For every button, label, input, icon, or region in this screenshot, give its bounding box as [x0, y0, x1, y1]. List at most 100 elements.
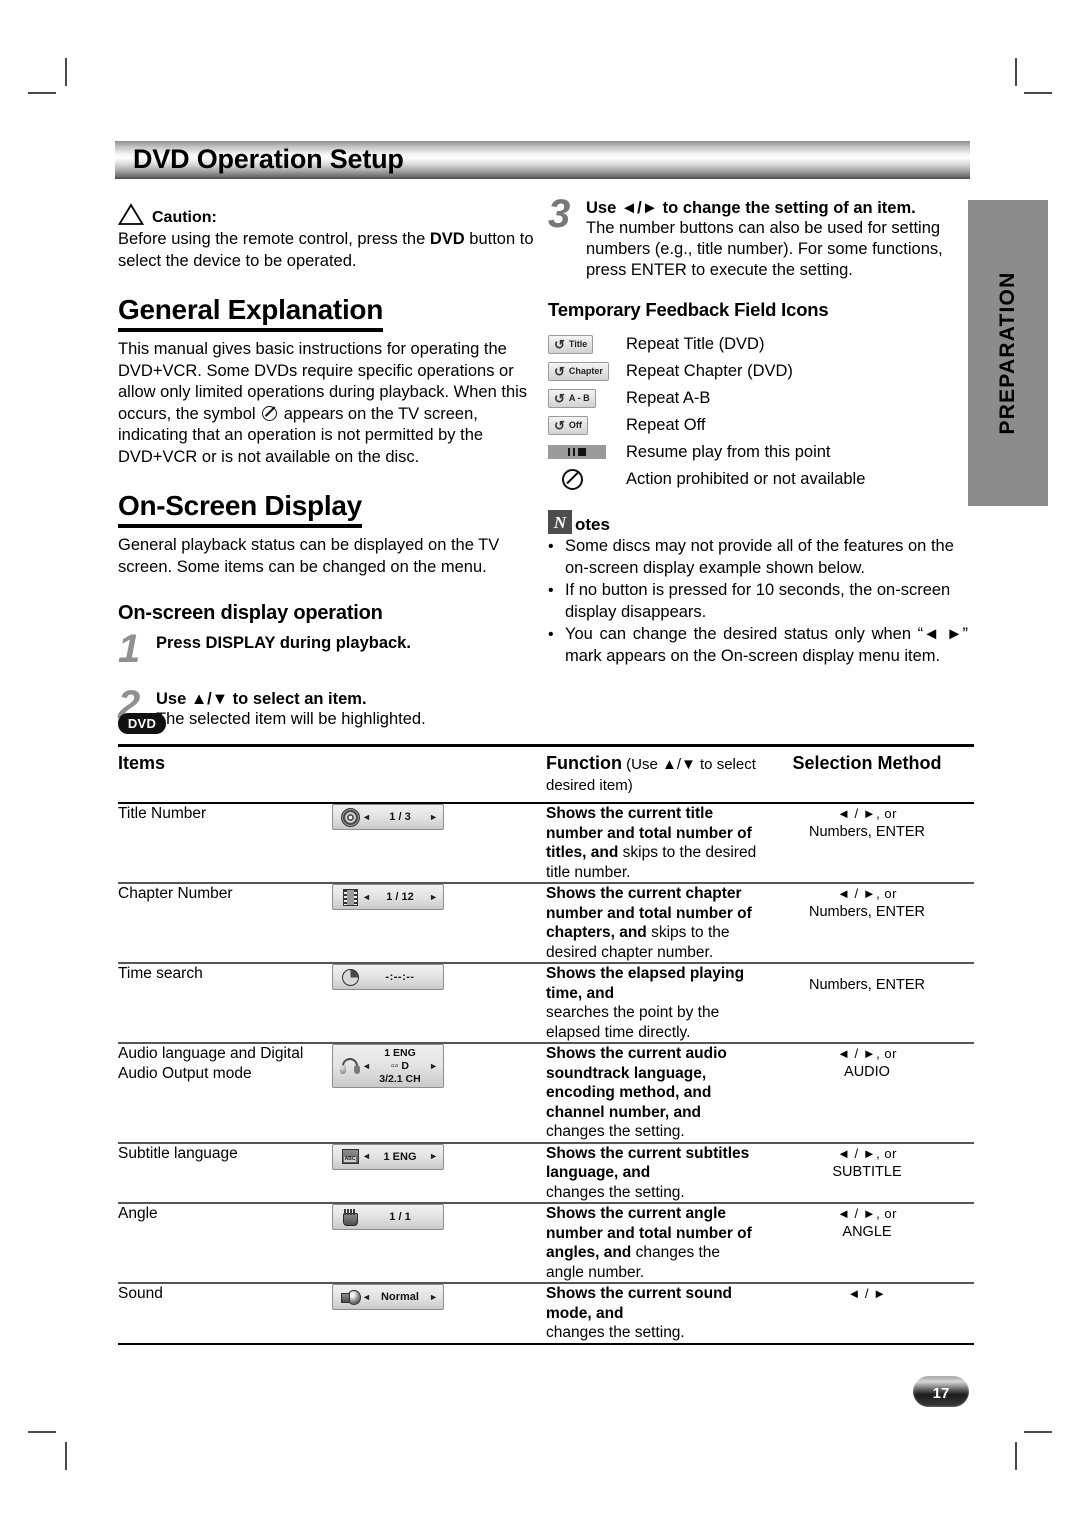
- tff-item-repeat-chapter: ↺ Chapter Repeat Chapter (DVD): [548, 358, 968, 384]
- general-explanation-heading: General Explanation: [118, 294, 383, 332]
- left-caret-icon: ◄: [362, 891, 371, 902]
- table-row: Title Number ◄ 1 / 3 ► Shows the current…: [118, 803, 974, 883]
- disc-icon: [338, 807, 362, 827]
- step-1-number: 1: [118, 627, 141, 671]
- left-caret-icon: ◄: [362, 811, 371, 822]
- on-screen-display-operation-heading: On-screen display operation: [118, 602, 383, 624]
- right-column: 3 Use ◄/► to change the setting of an it…: [548, 194, 968, 668]
- step-2-title: Use ▲/▼ to select an item.: [156, 690, 367, 708]
- right-caret-icon: ►: [429, 1151, 438, 1161]
- row-function-rest: changes the setting.: [546, 1324, 685, 1341]
- row-item-name: Audio language and Digital Audio Output …: [118, 1043, 332, 1143]
- osd-value: 1 / 1: [389, 1211, 411, 1223]
- crop-mark-bottom-right-horizontal: [1024, 1431, 1052, 1433]
- left-caret-icon: ◄: [362, 1060, 371, 1071]
- hand-icon: [338, 1209, 362, 1226]
- osd-items-table: Items Function (Use ▲/▼ to select desire…: [118, 744, 974, 1345]
- tff-label-repeat-title: Repeat Title (DVD): [626, 335, 765, 353]
- crop-mark-bottom-left-vertical: [65, 1442, 67, 1470]
- repeat-off-chip-label: Off: [568, 419, 582, 430]
- osd-display-box-subtitle-language: ABC ◄ 1 ENG ►: [332, 1143, 444, 1170]
- stop-square-icon: [578, 448, 586, 456]
- row-function-bold: Shows the elapsed playing time, and: [546, 965, 745, 1002]
- step-3-number: 3: [548, 192, 571, 236]
- crop-mark-top-right-horizontal: [1024, 92, 1052, 94]
- osd-value: 1 / 12: [386, 891, 414, 903]
- temporary-feedback-field-icons-heading: Temporary Feedback Field Icons: [548, 299, 829, 320]
- tff-item-repeat-ab: ↺ A - B Repeat A-B: [548, 385, 968, 411]
- selection-line-1: ◄ / ►: [847, 1286, 887, 1301]
- on-screen-display-heading-wrap: On-Screen Display: [118, 490, 538, 528]
- crop-mark-bottom-left-horizontal: [28, 1431, 56, 1433]
- step-3-title: Use ◄/► to change the setting of an item…: [586, 199, 916, 217]
- row-function-rest: searches the point by the elapsed time d…: [546, 1004, 720, 1041]
- row-selection-method: ◄ / ►, or ANGLE: [760, 1203, 974, 1283]
- step-3-body: The number buttons can also be used for …: [586, 219, 943, 279]
- action-prohibited-icon: [562, 468, 583, 490]
- on-screen-display-text: General playback status can be displayed…: [118, 536, 500, 576]
- audio-language-value: 1 ENG: [384, 1046, 416, 1059]
- page-title: DVD Operation Setup: [133, 144, 404, 174]
- crop-mark-bottom-right-vertical: [1015, 1442, 1017, 1470]
- repeat-arrow-icon: ↺: [554, 363, 565, 379]
- selection-line-1: Numbers, ENTER: [808, 977, 926, 993]
- repeat-ab-chip-icon: ↺ A - B: [548, 388, 596, 408]
- table-row: Subtitle language ABC ◄ 1 ENG ► Shows th…: [118, 1143, 974, 1203]
- row-item-name: Angle: [118, 1205, 158, 1222]
- tff-icon-cell: ↺ Chapter: [548, 361, 626, 381]
- crop-mark-top-left-horizontal: [28, 92, 56, 94]
- column-header-items-label: Items: [118, 753, 166, 773]
- row-item-name: Subtitle language: [118, 1144, 238, 1162]
- speaker-icon: [338, 1289, 362, 1305]
- film-strip-icon: [338, 888, 362, 906]
- subtitle-icon: ABC: [338, 1149, 362, 1164]
- column-header-selection-method: Selection Method: [760, 744, 974, 804]
- general-explanation-heading-wrap: General Explanation: [118, 294, 538, 332]
- selection-line-2: Numbers, ENTER: [808, 824, 926, 840]
- osd-table-body: Title Number ◄ 1 / 3 ► Shows the current…: [118, 803, 974, 1344]
- osd-display-box-title-number: ◄ 1 / 3 ►: [332, 804, 444, 830]
- row-item-name: Time search: [118, 965, 203, 982]
- column-header-selection-label: Selection Method: [792, 753, 942, 773]
- page-number: 17: [932, 1385, 950, 1402]
- repeat-off-chip-icon: ↺ Off: [548, 415, 588, 435]
- row-item-name: Title Number: [118, 805, 207, 822]
- selection-line-1: ◄ / ►, or: [837, 886, 897, 901]
- row-function-bold: Shows the current audio soundtrack langu…: [546, 1045, 727, 1121]
- section-tab-label: PREPARATION: [996, 271, 1019, 435]
- page-title-banner: DVD Operation Setup: [115, 141, 970, 179]
- repeat-arrow-icon: ↺: [554, 336, 565, 352]
- row-function-text: Shows the current angle number and total…: [546, 1203, 760, 1283]
- crop-mark-top-right-vertical: [1015, 58, 1017, 86]
- osd-display-box-sound: ◄ Normal ►: [332, 1284, 444, 1310]
- row-function-text: Shows the current sound mode, and changes…: [546, 1283, 760, 1344]
- caution-text: Before using the remote control, press t…: [118, 229, 538, 272]
- repeat-arrow-icon: ↺: [554, 417, 565, 433]
- tff-icon-cell: [548, 445, 626, 459]
- tff-label-repeat-off: Repeat Off: [626, 416, 706, 434]
- left-column: Caution: Before using the remote control…: [118, 203, 538, 731]
- row-selection-method: ◄ / ►, or Numbers, ENTER: [760, 803, 974, 883]
- osd-display-box-audio-language: ◄ 1 ENG ▫▫ D 3/2.1 CH ►: [332, 1044, 444, 1088]
- row-function-rest: changes the setting.: [546, 1123, 685, 1140]
- row-selection-method: ◄ / ►, or AUDIO: [760, 1043, 974, 1143]
- tff-item-repeat-title: ↺ Title Repeat Title (DVD): [548, 331, 968, 357]
- osd-value-stack: 1 ENG ▫▫ D 3/2.1 CH: [371, 1047, 429, 1086]
- caution-header: Caution:: [118, 203, 538, 226]
- general-explanation-text: This manual gives basic instructions for…: [118, 339, 538, 468]
- column-header-function-label: Function: [546, 753, 622, 773]
- right-caret-icon: ►: [429, 811, 438, 822]
- left-caret-icon: ◄: [362, 1291, 371, 1302]
- osd-display-box-time-search: -:--:--: [332, 964, 444, 990]
- row-selection-method: Numbers, ENTER: [760, 963, 974, 1043]
- right-caret-icon: ►: [429, 1060, 438, 1071]
- selection-line-1: ◄ / ►, or: [837, 1206, 897, 1221]
- osd-display-box-angle: 1 / 1: [332, 1204, 444, 1230]
- caution-text-part-a: Before using the remote control, press t…: [118, 230, 430, 248]
- note-item: Some discs may not provide all of the fe…: [548, 536, 968, 579]
- page-number-badge: 17: [913, 1376, 969, 1407]
- section-tab-preparation: PREPARATION: [968, 200, 1048, 506]
- repeat-arrow-icon: ↺: [554, 390, 565, 406]
- notes-heading-label: otes: [575, 515, 610, 534]
- tff-label-prohibited: Action prohibited or not available: [626, 470, 866, 488]
